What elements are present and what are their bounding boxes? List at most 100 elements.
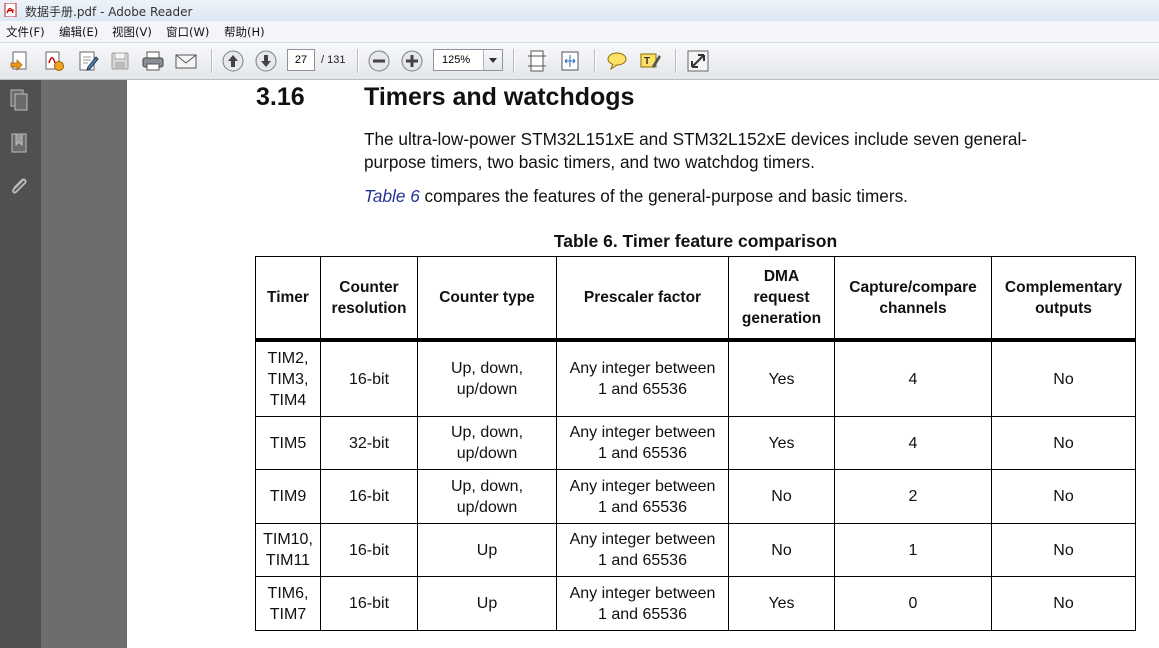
header-text-line: resolution (331, 299, 407, 317)
table-cell: TIM9 (255, 469, 321, 524)
table-reference-sentence: Table 6 compares the features of the gen… (364, 185, 908, 207)
cell-text-line: 1 and 65536 (598, 445, 687, 462)
table-cell: No (991, 469, 1136, 524)
cell-text-line: 16-bit (348, 595, 390, 612)
save-icon[interactable] (108, 49, 132, 73)
menu-edit[interactable]: 编辑(E) (59, 24, 98, 40)
cell-text-line: 4 (908, 434, 918, 452)
table-cell: Yes (728, 416, 835, 470)
header-text-line: channels (879, 299, 947, 317)
header-text-line: generation (741, 310, 822, 327)
open-file-icon[interactable] (8, 49, 32, 73)
zoom-in-icon[interactable] (400, 49, 424, 73)
menu-window[interactable]: 窗口(W) (166, 24, 209, 40)
window-title: 数据手册.pdf - Adobe Reader (25, 5, 193, 19)
cell-text-line: 1 and 65536 (598, 381, 687, 398)
chevron-down-icon[interactable] (483, 50, 502, 70)
header-text-line: Capture/compare (849, 278, 977, 296)
table-cell: Any integer between 1 and 65536 (556, 523, 729, 577)
navigation-pane (0, 80, 41, 648)
timer-feature-table: Timer Counter resolution Counter type Presca… (255, 256, 1136, 631)
table-row: TIM2, TIM3, TIM4 16-bit Up, down, up/down Any … (255, 339, 1136, 417)
table-cell: 0 (834, 576, 992, 631)
cell-text-line: TIM11 (265, 552, 311, 569)
cell-text-line: Up, down, (450, 360, 524, 377)
table-cell: Any integer between 1 and 65536 (556, 339, 729, 417)
table-cell: TIM6, TIM7 (255, 576, 321, 631)
cell-text-line: 2 (908, 488, 918, 505)
page-number-input[interactable]: 27 (287, 49, 315, 71)
cell-text-line: No (771, 541, 792, 559)
intro-paragraph-line-2: purpose timers, two basic timers, and tw… (364, 152, 815, 172)
document-background (41, 80, 127, 648)
table-cell: Up (417, 523, 557, 577)
cell-text-line: Any integer between (569, 360, 716, 377)
header-text-line: Timer (267, 289, 309, 306)
table-cell: 32-bit (320, 416, 418, 470)
table-row: TIM9 16-bit Up, down, up/down Any integer be… (255, 469, 1136, 524)
table-row: TIM6, TIM7 16-bit Up Any integer between 1 an… (255, 576, 1136, 631)
cell-text-line: Up, down, (450, 424, 524, 441)
cell-text-line: 0 (908, 595, 918, 612)
create-pdf-icon[interactable] (42, 49, 66, 73)
table-cell: Any integer between 1 and 65536 (556, 469, 729, 524)
table-cell: 16-bit (320, 523, 418, 577)
table-cell: TIM2, TIM3, TIM4 (255, 339, 321, 417)
menu-help[interactable]: 帮助(H) (224, 24, 265, 40)
header-text-line: Counter (339, 278, 399, 296)
table-cell: No (991, 576, 1136, 631)
cell-text-line: Up (476, 541, 498, 559)
table-row: TIM10, TIM11 16-bit Up Any integer between 1 … (255, 523, 1136, 577)
toolbar-separator (675, 49, 677, 73)
menu-view[interactable]: 视图(V) (112, 24, 152, 40)
toolbar: T (0, 43, 1159, 80)
svg-text:T: T (644, 56, 650, 67)
fit-page-icon[interactable] (525, 49, 549, 73)
previous-page-icon[interactable] (221, 49, 245, 73)
cell-text-line: No (1053, 434, 1074, 452)
cell-text-line: Any integer between (569, 531, 716, 548)
fit-width-icon[interactable] (558, 49, 582, 73)
table-cell: Any integer between 1 and 65536 (556, 416, 729, 470)
menu-file[interactable]: 文件(F) (6, 24, 45, 40)
cell-text-line: No (1053, 370, 1074, 388)
cell-text-line: TIM9 (269, 488, 307, 505)
cell-text-line: No (1053, 488, 1074, 505)
header-text-line: request (753, 289, 810, 306)
table-6-link[interactable]: Table 6 (364, 186, 420, 206)
comment-icon[interactable] (605, 49, 629, 73)
cell-text-line: Up (476, 595, 498, 612)
table-header-row: Timer Counter resolution Counter type Presca… (255, 256, 1136, 342)
bookmarks-panel-icon[interactable] (7, 131, 31, 155)
table-cell: Any integer between 1 and 65536 (556, 576, 729, 631)
table-cell: No (991, 523, 1136, 577)
cell-text-line: Up, down, (450, 477, 524, 495)
table-header-cell: Complementary outputs (991, 256, 1136, 342)
header-text-line: Counter type (439, 289, 535, 306)
table-cell: 2 (834, 469, 992, 524)
highlight-text-icon[interactable]: T (638, 49, 662, 73)
zoom-select[interactable]: 125% (433, 49, 503, 71)
cell-text-line: up/down (456, 498, 518, 516)
print-icon[interactable] (141, 49, 165, 73)
table-cell: No (728, 523, 835, 577)
expand-icon[interactable] (686, 49, 710, 73)
cell-text-line: TIM7 (269, 605, 307, 623)
attachments-panel-icon[interactable] (7, 174, 31, 198)
pages-panel-icon[interactable] (7, 88, 31, 112)
zoom-out-icon[interactable] (367, 49, 391, 73)
toolbar-separator (513, 49, 515, 73)
toolbar-separator (594, 49, 596, 73)
table-reference-text: compares the features of the general-pur… (419, 186, 908, 206)
next-page-icon[interactable] (254, 49, 278, 73)
table-cell: No (991, 416, 1136, 470)
edit-document-icon[interactable] (76, 49, 100, 73)
table-row: TIM5 32-bit Up, down, up/down Any integer be… (255, 416, 1136, 470)
table-cell: No (728, 469, 835, 524)
table-cell: Up (417, 576, 557, 631)
table-cell: 16-bit (320, 469, 418, 524)
document-page: 3.16 Timers and watchdogs The ultra-low-… (127, 80, 1159, 648)
email-icon[interactable] (174, 49, 198, 73)
cell-text-line: TIM2, (267, 349, 309, 367)
table-cell: TIM10, TIM11 (255, 523, 321, 577)
